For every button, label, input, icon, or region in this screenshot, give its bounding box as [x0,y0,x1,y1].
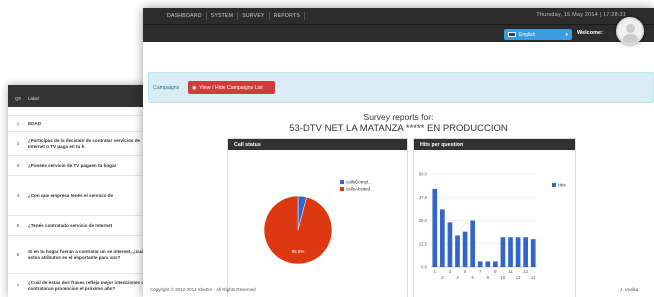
x-tick-label: 11 [508,269,513,274]
table-row[interactable]: 2 ¿Participás de la decisión de contrata… [8,131,158,155]
bar [515,237,521,267]
row-label: ¿Poseés servicio de TV pagaen tu hogar [28,162,117,168]
footer-copyright: Copyright © 2012-2014 Xbetter - All Righ… [150,287,256,292]
y-tick-label: 25.0 [419,218,428,223]
nav-survey[interactable]: SURVEY [238,12,270,20]
legend-swatch [340,187,344,191]
column-header-label: Label [28,95,40,101]
x-tick-label: 10 [501,275,506,280]
column-header-qnum: Q# [14,95,21,101]
hits-per-question-title: Hits per question [414,139,575,150]
bar [455,235,460,267]
screenshot-stage: Q# Label 1 EDAD 2 ¿Participás de la deci… [0,0,654,297]
avatar-body-icon [622,34,639,43]
legend-swatch [340,180,344,184]
bar [447,222,453,267]
table-row[interactable]: 5 ¿Tenés contratado servicio de Internet [8,215,158,235]
table-row[interactable]: 7 ¿Cuál de estas dos frases refleja mejo… [8,273,158,297]
eye-icon: ◉ [192,84,197,91]
x-tick-label: 12 [516,275,521,280]
x-tick-label: 5 [464,269,467,274]
uk-flag-icon [508,32,516,37]
y-tick-label: 12.5 [419,241,428,246]
row-label: ¿Con que empresa tenés el servicio de [28,192,114,198]
y-tick-label: 50.0 [419,172,428,177]
bar [508,237,513,267]
bar [432,188,438,267]
bar [477,261,483,267]
call-status-panel: Call status 95.9% callsCompl... callsAbsit… [227,138,408,297]
bar [462,231,468,267]
table-row[interactable]: 3 ¿Poseés servicio de TV pagaen tu hogar [8,155,158,175]
report-title: Survey reports for: [363,112,434,122]
nav-dashboard[interactable]: DASHBOARD [163,12,207,20]
questions-table-window: Q# Label 1 EDAD 2 ¿Participás de la deci… [8,85,158,297]
nav-system[interactable]: SYSTEM [207,12,239,20]
row-number: 3 [16,163,20,168]
row-number: 2 [16,141,20,146]
x-tick-label: 8 [487,275,490,280]
row-label: ¿Tenés contratado servicio de Internet [28,222,113,228]
language-label: English [519,31,536,38]
hits-per-question-chart: 0.012.525.037.550.01 3 5 7 9 11 132 4 6 8 10 12 14Hi… [419,172,567,281]
survey-report-window: DASHBOARD SYSTEM SURVEY REPORTS Thursday… [143,8,654,297]
row-number: 5 [16,223,20,228]
call-status-chart: 95.9% callsCompl... callsAbsited... [263,180,374,265]
y-tick-label: 37.5 [419,195,428,200]
caret-down-icon: ▾ [565,31,568,38]
x-tick-label: 6 [471,275,474,280]
legend-swatch [552,183,556,187]
footer-right: J. Vedika [620,287,639,292]
toggle-campaigns-button[interactable]: ◉ View / Hide Campaigns List [188,81,275,94]
row-label: EDAD [28,120,42,126]
x-tick-label: 3 [449,269,452,274]
bar [440,209,445,267]
call-status-title: Call status [228,139,407,150]
row-number: 6 [16,252,20,257]
table-row[interactable]: 1 EDAD [8,115,158,131]
x-tick-label: 1 [434,269,437,274]
nav-reports[interactable]: REPORTS [270,12,306,20]
x-tick-label: 14 [531,275,536,280]
campaigns-box: Campaigns ◉ View / Hide Campaigns List [148,72,654,103]
avatar-head-icon [626,24,635,33]
row-label: ¿Participás de la decisión de contratar … [28,137,141,149]
campaigns-label: Campaigns [153,85,180,91]
welcome-label: Welcome: [577,30,603,36]
x-tick-label: 9 [494,269,497,274]
table-header: Q# Label [8,85,158,107]
table-row[interactable]: 6 Si en tu hogar fueran a contratar un s… [8,235,158,273]
pie-data-label: 95.9% [292,249,305,254]
datetime-display: Thursday, 15 May 2014 | 17:28:31 [536,12,626,18]
y-tick-label: 0.0 [421,265,427,270]
x-tick-label: 13 [523,269,528,274]
hits-per-question-panel: Hits per question 0.0 12.5 25.0 37.5 50.0 1 3 5… [413,138,576,297]
bar [530,239,536,267]
bar [485,261,491,267]
legend-label: Hits [558,183,566,188]
x-tick-label: 7 [479,269,482,274]
row-number: 7 [16,283,20,288]
x-tick-label: 4 [456,275,459,280]
x-tick-label: 2 [441,275,444,280]
language-select[interactable]: English ▾ [504,29,572,40]
row-label: Si en tu hogar fueran a contratar un se … [28,248,152,260]
bar [493,261,498,267]
row-number: 4 [16,193,20,198]
bar [470,220,475,267]
row-label: ¿Cuál de estas dos frases refleja mejor … [28,279,147,291]
table-row[interactable]: 4 ¿Con que empresa tenés el servicio de [8,175,158,215]
top-navbar: DASHBOARD SYSTEM SURVEY REPORTS Thursday… [143,8,654,24]
report-subtitle: 53-DTV NET LA MATANZA ***** EN PRODUCCIO… [289,123,508,134]
legend-label: callsCompl... [346,180,372,185]
bar [500,237,506,267]
bar [523,237,528,267]
row-number: 1 [16,121,20,126]
toggle-campaigns-label: View / Hide Campaigns List [199,84,263,91]
header-band: English ▾ Welcome: [143,17,654,45]
user-avatar[interactable] [616,17,644,45]
legend-label: callsAbsited... [346,187,374,192]
